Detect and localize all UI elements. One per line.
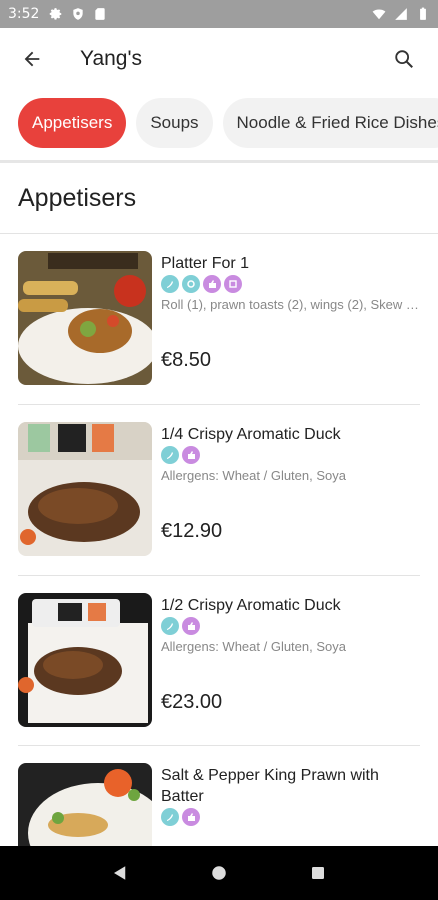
spicy-badge-icon bbox=[161, 275, 179, 293]
item-price: €12.90 bbox=[161, 520, 223, 542]
sd-card-icon bbox=[95, 8, 106, 20]
item-price: €23.00 bbox=[161, 691, 223, 713]
item-photo bbox=[18, 593, 152, 727]
item-description: Roll (1), prawn toasts (2), wings (2), S… bbox=[161, 297, 421, 312]
app-bar: Yang's bbox=[0, 28, 438, 90]
spicy-badge-icon bbox=[161, 808, 179, 826]
popular-badge-icon bbox=[182, 808, 200, 826]
item-divider bbox=[18, 404, 420, 405]
recents-square-icon bbox=[312, 867, 325, 879]
tabs-divider bbox=[0, 160, 438, 163]
search-icon bbox=[395, 50, 413, 68]
item-photo bbox=[18, 763, 152, 846]
system-home-button[interactable] bbox=[199, 853, 239, 893]
menu-item-half-duck[interactable]: 1/2 Crispy Aromatic Duck Allergens: Whea… bbox=[18, 593, 420, 763]
item-divider bbox=[18, 575, 420, 576]
item-badges bbox=[161, 617, 200, 635]
item-photo bbox=[18, 251, 152, 385]
chef-special-badge-icon bbox=[182, 275, 200, 293]
arrow-left-icon bbox=[24, 51, 40, 67]
item-name: Salt & Pepper King Prawn with Batter bbox=[161, 767, 379, 805]
popular-badge-icon bbox=[182, 617, 200, 635]
status-time: 3:52 bbox=[8, 6, 40, 22]
spicy-badge-icon bbox=[161, 617, 179, 635]
system-back-button[interactable] bbox=[100, 853, 140, 893]
wifi-icon bbox=[372, 9, 386, 20]
menu-item-quarter-duck[interactable]: 1/4 Crispy Aromatic Duck Allergens: Whea… bbox=[18, 422, 420, 592]
home-circle-icon bbox=[212, 866, 226, 880]
system-recents-button[interactable] bbox=[298, 853, 338, 893]
menu-item-salt-pepper-prawn[interactable]: Salt & Pepper King Prawn with Batter bbox=[18, 763, 420, 846]
item-badges bbox=[161, 446, 200, 464]
category-tabs: Appetisers Soups Noodle & Fried Rice Dis… bbox=[18, 98, 438, 152]
menu-item-platter[interactable]: Platter For 1 Roll (1), prawn toasts (2)… bbox=[18, 251, 421, 421]
item-name: 1/4 Crispy Aromatic Duck bbox=[161, 426, 341, 443]
item-badges bbox=[161, 275, 242, 293]
system-nav-bar bbox=[0, 846, 438, 900]
battery-icon bbox=[420, 7, 426, 20]
gear-icon bbox=[50, 8, 62, 20]
section-title: Appetisers bbox=[18, 184, 137, 212]
popular-badge-icon bbox=[182, 446, 200, 464]
item-name: Platter For 1 bbox=[161, 255, 250, 272]
item-description: Allergens: Wheat / Gluten, Soya bbox=[161, 639, 346, 654]
combo-badge-icon bbox=[224, 275, 242, 293]
signal-icon bbox=[395, 8, 407, 20]
item-name: 1/2 Crispy Aromatic Duck bbox=[161, 597, 341, 614]
item-divider bbox=[18, 745, 420, 746]
shield-icon bbox=[73, 8, 84, 20]
spicy-badge-icon bbox=[161, 446, 179, 464]
section-divider bbox=[0, 233, 438, 234]
tab-soups[interactable]: Soups bbox=[136, 98, 213, 148]
tab-noodle-fried-rice[interactable]: Noodle & Fried Rice Dishes bbox=[222, 98, 438, 148]
item-photo bbox=[18, 422, 152, 556]
item-badges bbox=[161, 808, 200, 826]
back-triangle-icon bbox=[113, 866, 125, 880]
tab-appetisers[interactable]: Appetisers bbox=[18, 98, 127, 148]
search-button[interactable] bbox=[384, 39, 424, 79]
status-bar: 3:52 bbox=[0, 0, 438, 28]
back-button[interactable] bbox=[12, 39, 52, 79]
popular-badge-icon bbox=[203, 275, 221, 293]
item-price: €8.50 bbox=[161, 349, 212, 371]
page-title: Yang's bbox=[80, 47, 142, 70]
item-description: Allergens: Wheat / Gluten, Soya bbox=[161, 468, 346, 483]
